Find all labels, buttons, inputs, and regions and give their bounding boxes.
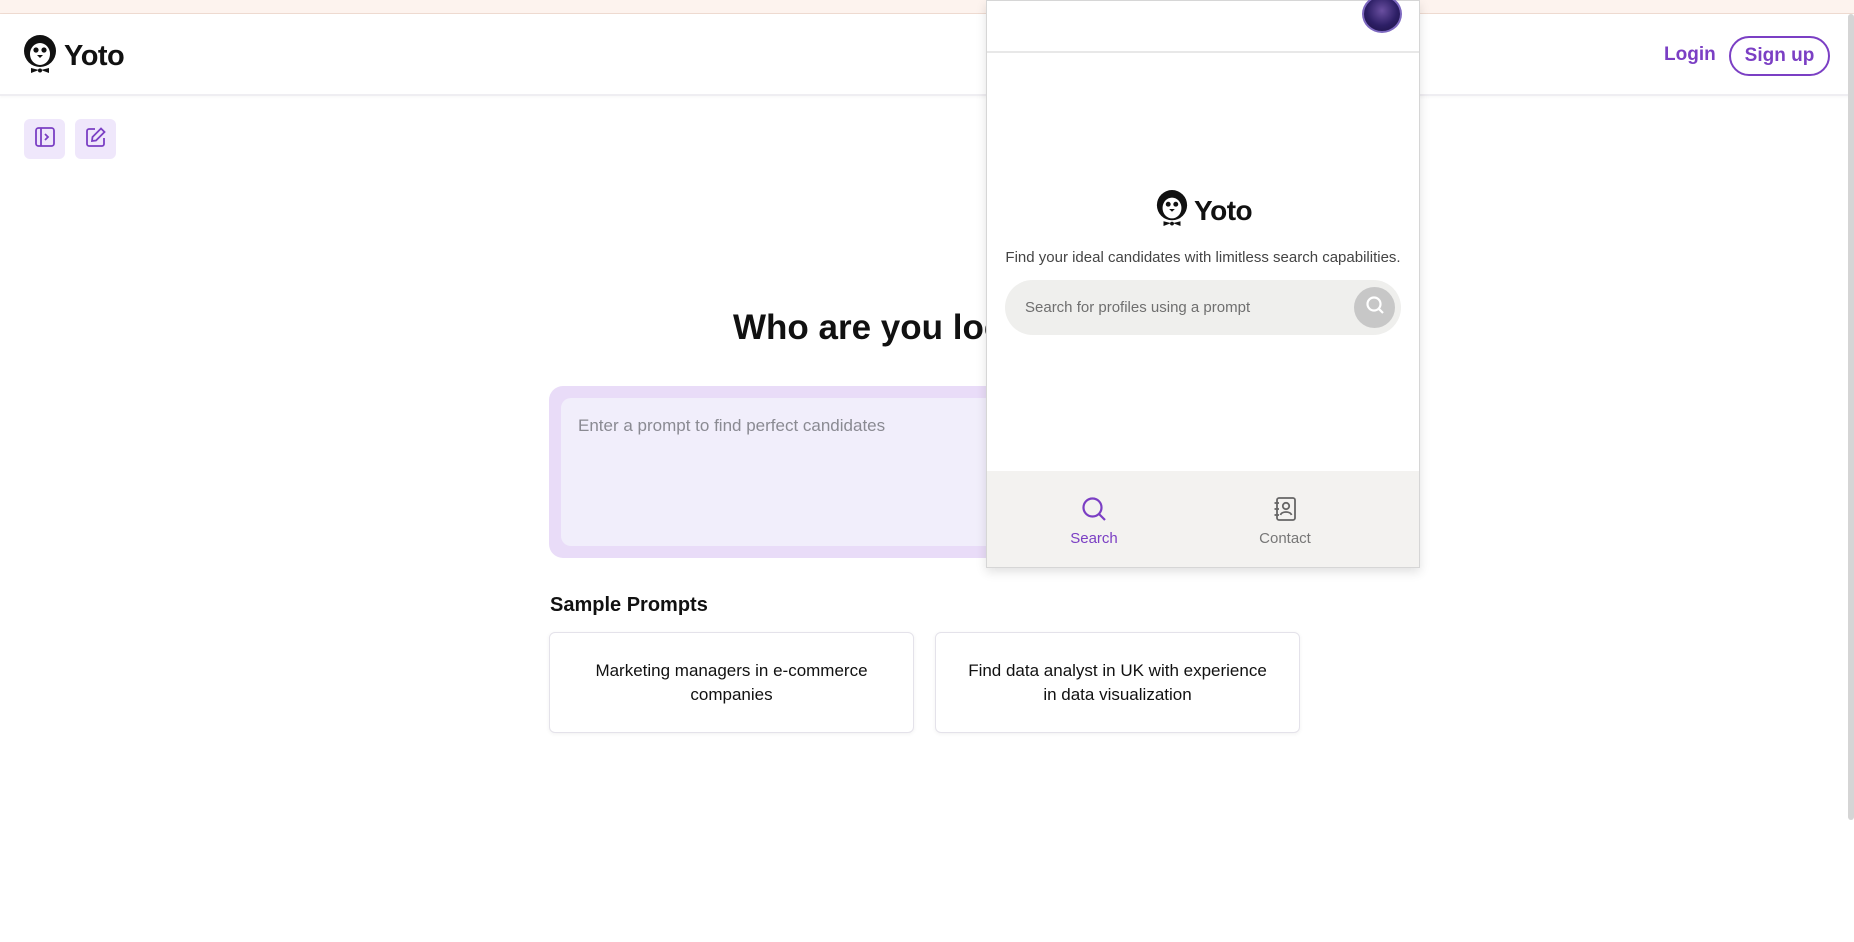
popup-bottom-nav: Search Contact (987, 471, 1419, 567)
sample-prompt-card[interactable]: Find data analyst in UK with experience … (935, 632, 1300, 733)
search-icon (1365, 295, 1385, 320)
signup-button[interactable]: Sign up (1729, 36, 1830, 76)
popup-brand-name: Yoto (1194, 194, 1253, 226)
popup-header (987, 0, 1419, 53)
page-heading: Who are you look (733, 308, 1025, 347)
extension-popup: Yoto Find your ideal candidates with lim… (986, 0, 1420, 568)
popup-tagline: Find your ideal candidates with limitles… (1005, 249, 1401, 266)
sidebar-toggle-icon (34, 126, 56, 153)
page-scrollbar[interactable] (1848, 14, 1854, 820)
sample-prompts-title: Sample Prompts (550, 594, 708, 616)
popup-search-input[interactable] (1025, 280, 1345, 335)
edit-icon (85, 126, 107, 153)
nav-item-label: Contact (1259, 530, 1311, 547)
popup-search-button[interactable] (1354, 287, 1395, 328)
nav-item-label: Search (1070, 530, 1118, 547)
popup-logo: Yoto (1155, 189, 1253, 232)
brand-name: Yoto (64, 40, 125, 72)
login-button[interactable]: Login (1664, 44, 1716, 66)
new-chat-button[interactable] (75, 119, 116, 159)
penguin-logo-icon (1155, 189, 1189, 232)
user-avatar[interactable] (1362, 0, 1402, 33)
site-header: Yoto Login Sign up (0, 14, 1854, 96)
sample-prompt-card[interactable]: Marketing managers in e-commerce compani… (549, 632, 914, 733)
nav-item-contact[interactable]: Contact (1235, 495, 1335, 547)
logo[interactable]: Yoto (22, 34, 125, 79)
prompt-placeholder: Enter a prompt to find perfect candidate… (578, 416, 886, 435)
penguin-logo-icon (22, 34, 58, 79)
popup-search-bar (1005, 280, 1401, 335)
browser-top-strip (0, 0, 1854, 14)
contact-book-icon (1271, 497, 1299, 527)
sidebar-toggle-button[interactable] (24, 119, 65, 159)
search-icon (1080, 497, 1108, 527)
nav-item-search[interactable]: Search (1044, 495, 1144, 547)
